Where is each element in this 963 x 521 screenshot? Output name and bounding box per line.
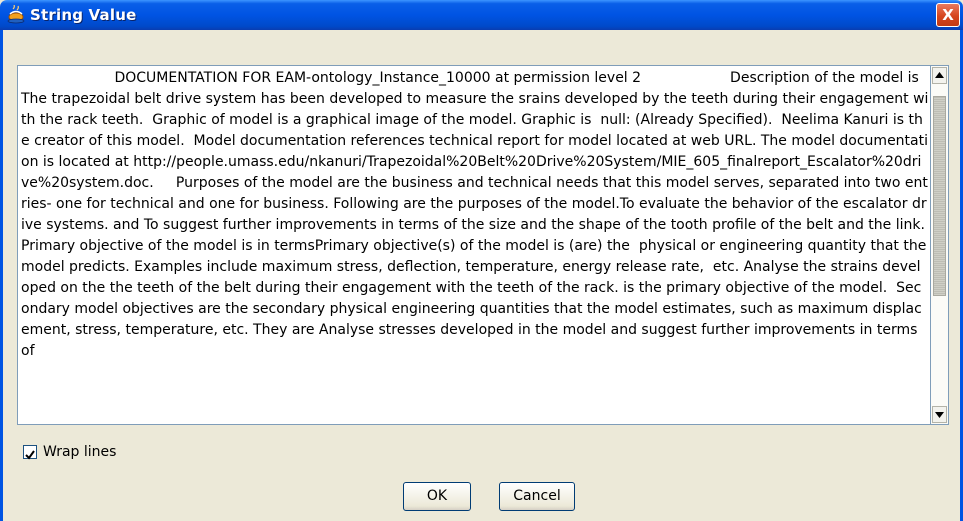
scroll-down-button[interactable]	[932, 406, 947, 423]
cancel-button[interactable]: Cancel	[499, 482, 575, 511]
string-value-dialog: String Value X DOCUMENTATION FOR EAM-ont…	[0, 0, 963, 521]
vertical-scrollbar[interactable]	[931, 65, 949, 425]
close-button[interactable]: X	[936, 3, 960, 27]
wrap-lines-label[interactable]: Wrap lines	[43, 444, 116, 460]
title-bar[interactable]: String Value X	[0, 0, 963, 30]
scroll-up-button[interactable]	[932, 67, 947, 84]
wrap-lines-checkbox[interactable]	[23, 445, 37, 460]
string-value-text[interactable]: DOCUMENTATION FOR EAM-ontology_Instance_…	[21, 68, 929, 362]
arrow-up-icon	[935, 72, 944, 78]
close-icon: X	[942, 6, 954, 24]
ok-button[interactable]: OK	[403, 482, 471, 511]
check-icon	[25, 450, 35, 460]
arrow-down-icon	[935, 412, 944, 418]
java-cup-icon	[7, 5, 25, 24]
window-frame-left	[0, 30, 3, 521]
dialog-title: String Value	[30, 6, 137, 24]
string-value-textarea[interactable]: DOCUMENTATION FOR EAM-ontology_Instance_…	[17, 65, 931, 425]
scroll-thumb[interactable]	[933, 96, 946, 296]
